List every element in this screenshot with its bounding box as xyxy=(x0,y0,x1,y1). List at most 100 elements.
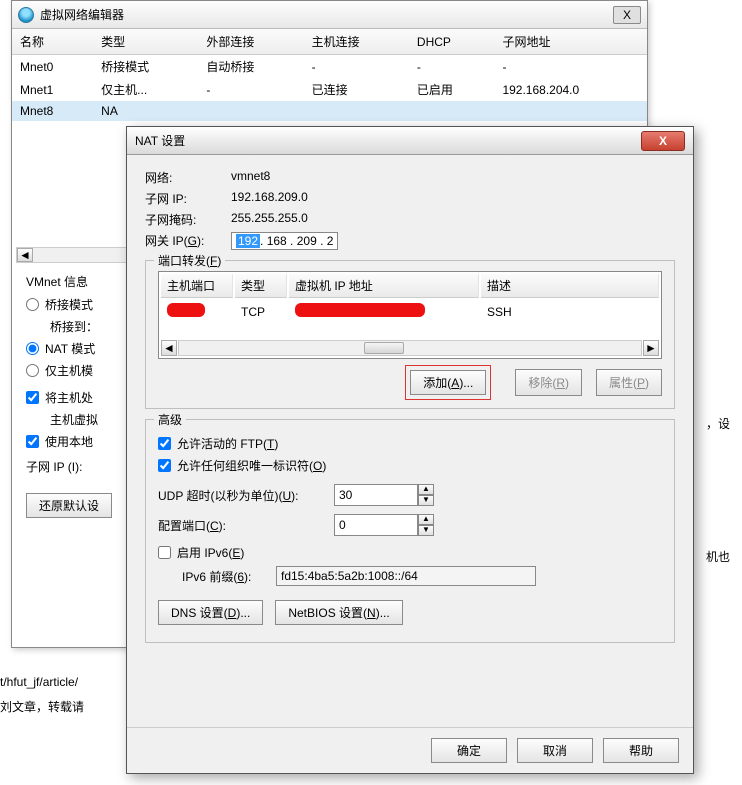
col-host[interactable]: 主机连接 xyxy=(304,29,409,55)
bg-text: 机也 xyxy=(706,548,730,565)
title-bar[interactable]: 虚拟网络编辑器 X xyxy=(12,1,647,29)
col-name[interactable]: 名称 xyxy=(12,29,93,55)
host-only-label: 仅主机模 xyxy=(45,362,93,379)
cell: 192.168.204.0 xyxy=(494,78,647,101)
scroll-left-icon[interactable]: ◄ xyxy=(17,248,33,262)
config-port-input[interactable] xyxy=(334,514,418,536)
gateway-rest[interactable]: . 168 . 209 . 2 xyxy=(260,234,333,248)
properties-button[interactable]: 属性(P) xyxy=(596,369,662,396)
cell: - xyxy=(304,55,409,79)
ipv6-prefix-input[interactable] xyxy=(276,566,536,586)
use-local-checkbox[interactable] xyxy=(26,435,39,448)
cell: 自动桥接 xyxy=(198,55,303,79)
udp-timeout-label: UDP 超时(以秒为单位)(U): xyxy=(158,487,328,504)
port-forward-table[interactable]: 主机端口 类型 虚拟机 IP 地址 描述 TCP SSH xyxy=(159,272,661,325)
spinner-up-icon[interactable]: ▲ xyxy=(418,484,434,495)
spinner-up-icon[interactable]: ▲ xyxy=(418,514,434,525)
mask-value: 255.255.255.0 xyxy=(231,211,675,228)
cell: Mnet1 xyxy=(12,78,93,101)
table-row-selected[interactable]: Mnet8 NA xyxy=(12,101,647,121)
redacted-host-port xyxy=(167,303,205,317)
add-button[interactable]: 添加(A)... xyxy=(410,370,486,395)
scroll-left-icon[interactable]: ◄ xyxy=(161,340,177,356)
restore-defaults-button[interactable]: 还原默认设 xyxy=(26,493,112,518)
bg-text: 刘文章，转载请 xyxy=(0,698,84,715)
col-subnet[interactable]: 子网地址 xyxy=(494,29,647,55)
gateway-label: 网关 IP(G): xyxy=(145,232,225,250)
cell: 已连接 xyxy=(304,78,409,101)
bg-text: t/hfut_jf/article/ xyxy=(0,675,78,689)
nat-mode-label: NAT 模式 xyxy=(45,340,95,357)
cell: 桥接模式 xyxy=(93,55,198,79)
cell: 仅主机... xyxy=(93,78,198,101)
cell: Mnet0 xyxy=(12,55,93,79)
cancel-button[interactable]: 取消 xyxy=(517,738,593,763)
subnet-ip-label: 子网 IP (I): xyxy=(26,458,82,475)
window-title: NAT 设置 xyxy=(135,132,641,149)
host-only-radio[interactable] xyxy=(26,364,39,377)
window-title: 虚拟网络编辑器 xyxy=(40,6,607,23)
port-forwarding-group: 端口转发(F) 主机端口 类型 虚拟机 IP 地址 描述 TCP SSH xyxy=(145,260,675,409)
add-button-highlight: 添加(A)... xyxy=(405,365,491,400)
scroll-thumb[interactable] xyxy=(364,342,404,354)
netbios-settings-button[interactable]: NetBIOS 设置(N)... xyxy=(275,600,402,625)
gateway-octet1[interactable]: 192 xyxy=(236,234,260,248)
nat-mode-radio[interactable] xyxy=(26,342,39,355)
enable-ipv6-label: 启用 IPv6(E) xyxy=(177,544,244,561)
port-forwarding-legend: 端口转发(F) xyxy=(154,252,225,269)
globe-icon xyxy=(18,7,34,23)
close-button[interactable]: X xyxy=(613,6,641,24)
table-row[interactable]: TCP SSH xyxy=(161,300,659,323)
advanced-group: 高级 允许活动的 FTP(T) 允许任何组织唯一标识符(O) UDP 超时(以秒… xyxy=(145,419,675,643)
col-ext[interactable]: 外部连接 xyxy=(198,29,303,55)
use-local-label: 使用本地 xyxy=(45,433,93,450)
cell: NA xyxy=(93,101,198,121)
cell: Mnet8 xyxy=(12,101,93,121)
allow-ftp-label: 允许活动的 FTP(T) xyxy=(177,435,278,452)
close-button[interactable]: X xyxy=(641,131,685,151)
ok-button[interactable]: 确定 xyxy=(431,738,507,763)
ipv6-prefix-label: IPv6 前缀(6): xyxy=(182,568,270,585)
redacted-vm-ip xyxy=(295,303,425,317)
network-table[interactable]: 名称 类型 外部连接 主机连接 DHCP 子网地址 Mnet0 桥接模式 自动桥… xyxy=(12,29,647,121)
subnet-label: 子网 IP: xyxy=(145,190,225,207)
allow-org-label: 允许任何组织唯一标识符(O) xyxy=(177,457,326,474)
host-connect-checkbox[interactable] xyxy=(26,391,39,404)
col-host-port[interactable]: 主机端口 xyxy=(161,274,233,298)
spinner-down-icon[interactable]: ▼ xyxy=(418,525,434,536)
cell: - xyxy=(198,78,303,101)
scroll-right-icon[interactable]: ► xyxy=(643,340,659,356)
col-type[interactable]: 类型 xyxy=(235,274,287,298)
cell: - xyxy=(409,55,495,79)
config-port-label: 配置端口(C): xyxy=(158,517,328,534)
advanced-legend: 高级 xyxy=(154,411,186,428)
gateway-ip-input[interactable]: 192 . 168 . 209 . 2 xyxy=(231,232,338,250)
bridge-to-label: 桥接到： xyxy=(50,318,98,335)
table-row[interactable]: Mnet1 仅主机... - 已连接 已启用 192.168.204.0 xyxy=(12,78,647,101)
spinner-down-icon[interactable]: ▼ xyxy=(418,495,434,506)
subnet-value: 192.168.209.0 xyxy=(231,190,675,207)
help-button[interactable]: 帮助 xyxy=(603,738,679,763)
enable-ipv6-checkbox[interactable] xyxy=(158,546,171,559)
dialog-footer: 确定 取消 帮助 xyxy=(127,727,693,773)
mask-label: 子网掩码: xyxy=(145,211,225,228)
title-bar[interactable]: NAT 设置 X xyxy=(127,127,693,155)
cell-desc: SSH xyxy=(481,300,659,323)
remove-button[interactable]: 移除(R) xyxy=(515,369,582,396)
network-value: vmnet8 xyxy=(231,169,675,186)
host-vnic-label: 主机虚拟 xyxy=(50,411,98,428)
col-desc[interactable]: 描述 xyxy=(481,274,659,298)
col-type[interactable]: 类型 xyxy=(93,29,198,55)
table-row[interactable]: Mnet0 桥接模式 自动桥接 - - - xyxy=(12,55,647,79)
col-dhcp[interactable]: DHCP xyxy=(409,29,495,55)
dns-settings-button[interactable]: DNS 设置(D)... xyxy=(158,600,263,625)
allow-ftp-checkbox[interactable] xyxy=(158,437,171,450)
h-scrollbar[interactable]: ◄ ► xyxy=(161,340,659,356)
col-vm-ip[interactable]: 虚拟机 IP 地址 xyxy=(289,274,479,298)
network-label: 网络: xyxy=(145,169,225,186)
nat-settings-window: NAT 设置 X 网络: vmnet8 子网 IP: 192.168.209.0… xyxy=(126,126,694,774)
allow-org-checkbox[interactable] xyxy=(158,459,171,472)
cell: - xyxy=(494,55,647,79)
bridge-mode-radio[interactable] xyxy=(26,298,39,311)
udp-timeout-input[interactable] xyxy=(334,484,418,506)
